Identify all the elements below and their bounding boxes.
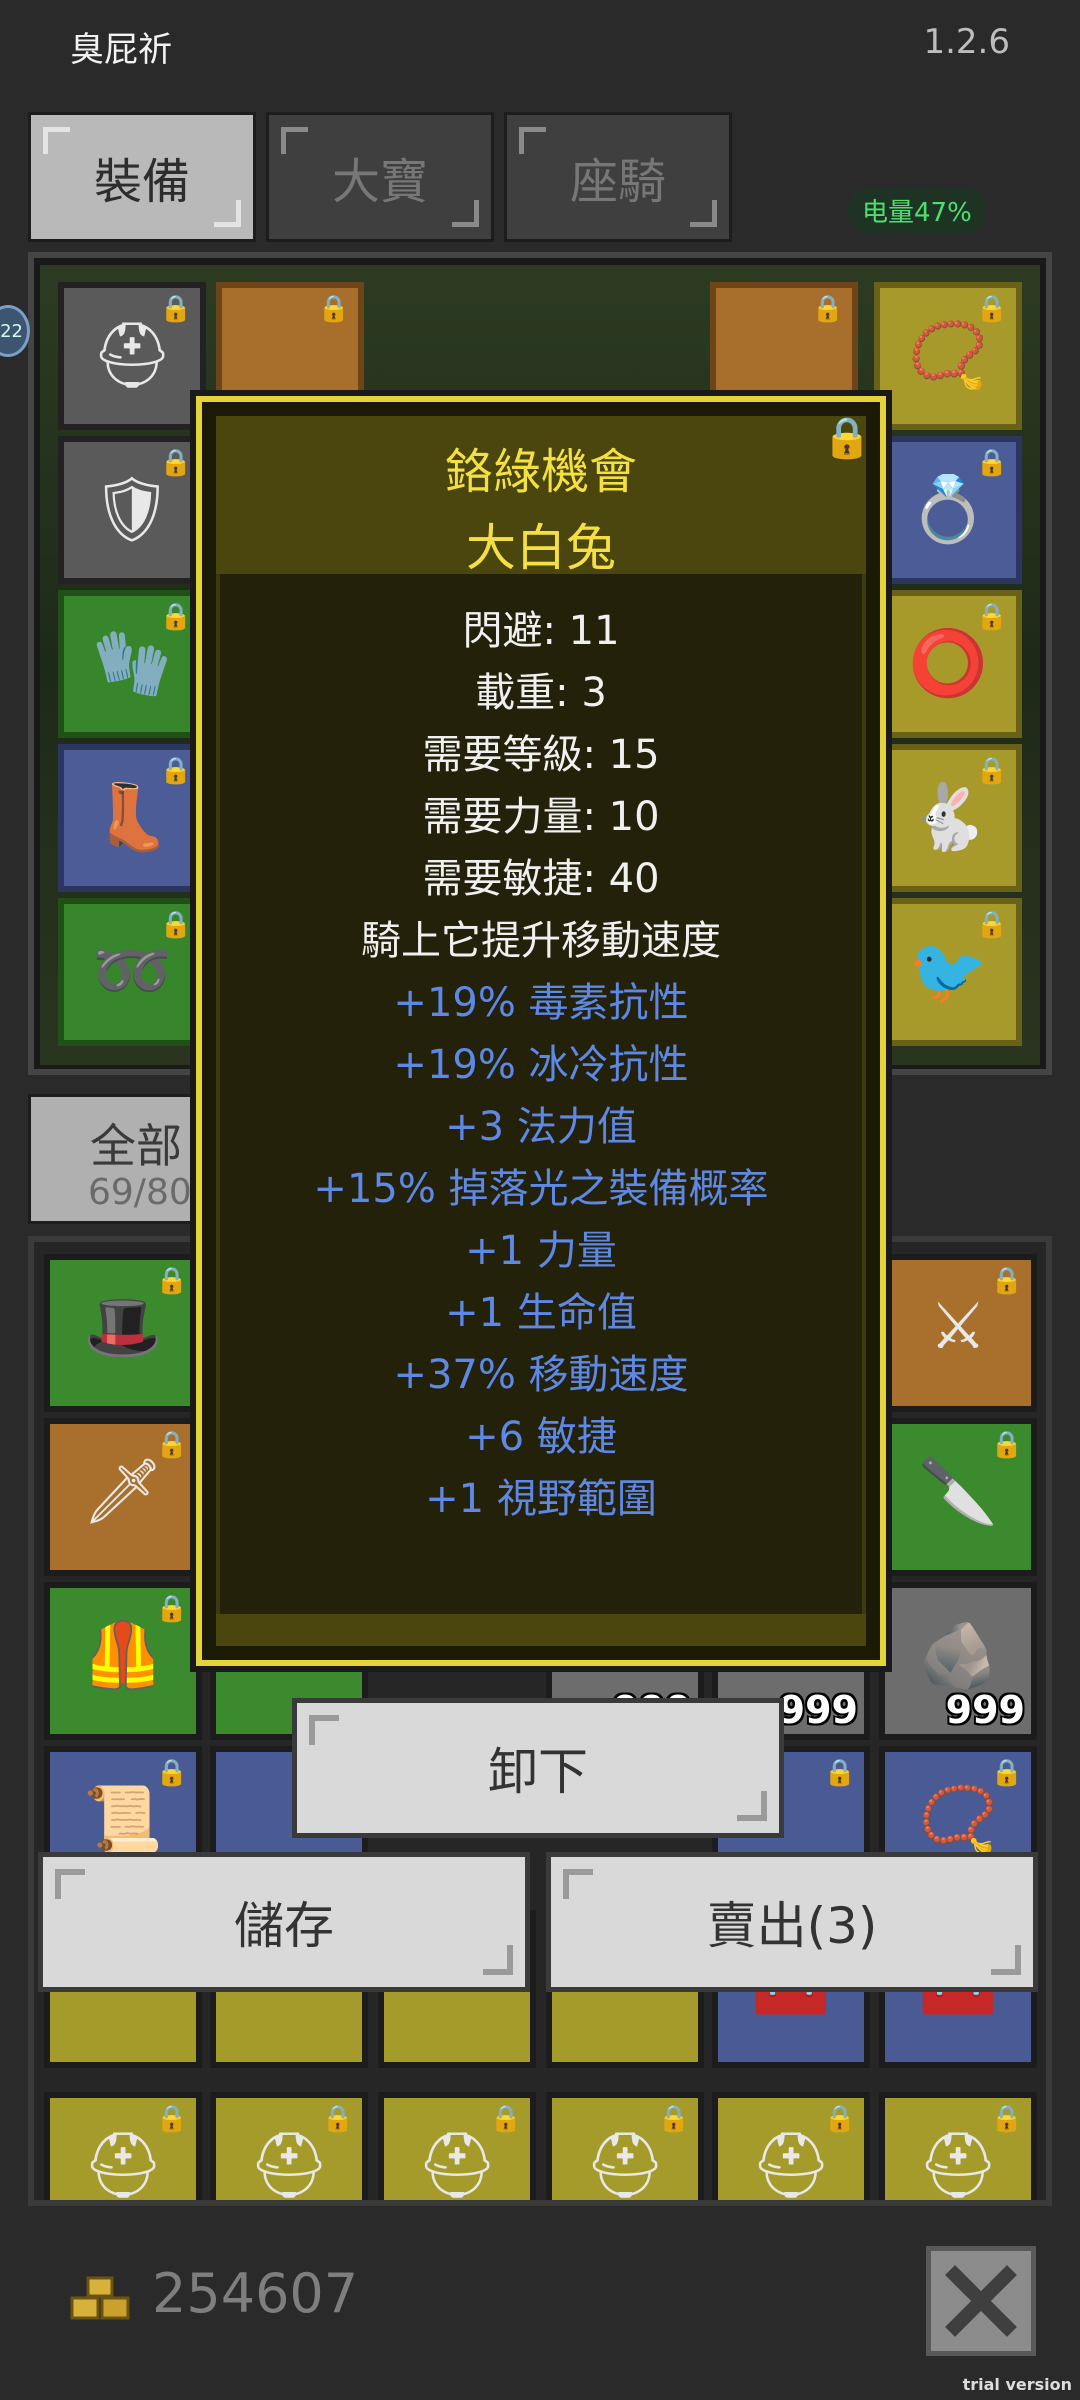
ring-icon: 💍 xyxy=(908,473,988,547)
ring-icon: ⭕ xyxy=(908,627,988,701)
helmet-icon: ⛑ xyxy=(248,2129,330,2203)
item-bonus: +19% 冰冷抗性 xyxy=(393,1042,689,1088)
helmet-icon: ⛑ xyxy=(917,2129,999,2203)
scroll-icon: 📜 xyxy=(83,1783,163,1857)
inventory-slot[interactable]: 🔒 ⛑ xyxy=(210,2092,368,2203)
tab-mount[interactable]: 座騎 xyxy=(504,112,732,242)
gloves-icon: 🧤 xyxy=(92,627,172,701)
gold-amount: 254607 xyxy=(152,2262,359,2325)
belt-icon: ➿ xyxy=(92,935,172,1009)
tab-label: 座騎 xyxy=(569,154,666,210)
inventory-slot[interactable]: 🔒 ⚔ xyxy=(879,1254,1037,1412)
battery-indicator: 电量47% xyxy=(848,188,986,233)
slot-pet[interactable]: 🔒 🐦 xyxy=(874,898,1022,1046)
item-bonus: +1 生命值 xyxy=(445,1290,637,1336)
scythe-icon: ⚔ xyxy=(929,1290,987,1364)
helmet-icon: ⛑ xyxy=(416,2129,498,2203)
inventory-slot[interactable]: 🔒 🔪 xyxy=(879,1418,1037,1576)
tab-label: 大寶 xyxy=(331,154,428,210)
item-stat: 騎上它提升移動速度 xyxy=(361,918,721,964)
lock-icon: 🔒 xyxy=(317,294,350,324)
rabbit-icon: 🐇 xyxy=(908,781,988,855)
helmet-icon: ⛑ xyxy=(91,319,173,393)
helmet-icon: ⛑ xyxy=(584,2129,666,2203)
slot-helmet[interactable]: 🔒 ⛑ xyxy=(58,282,206,430)
item-bonus: +19% 毒素抗性 xyxy=(393,980,689,1026)
sword-icon: 🗡 xyxy=(82,1455,164,1529)
item-name: 大白兔 xyxy=(466,519,616,577)
inventory-slot[interactable]: 🔒 ⛑ xyxy=(546,2092,704,2203)
item-bonus: +15% 掉落光之裝備概率 xyxy=(313,1166,769,1212)
side-badge-value: 22 xyxy=(0,320,23,342)
close-button[interactable] xyxy=(926,2246,1036,2356)
version-label: 1.2.6 xyxy=(923,22,1010,62)
tooltip-footer xyxy=(216,1614,866,1646)
inventory-slot[interactable]: 🔒 🎩 xyxy=(44,1254,202,1412)
inventory-slot[interactable]: 🪨 999 xyxy=(879,1582,1037,1740)
boots-icon: 👢 xyxy=(92,781,172,855)
lock-icon: 🔒 xyxy=(823,1758,856,1788)
item-bonus: +1 視野範圍 xyxy=(425,1476,657,1522)
item-set-title: 鉻綠機會 xyxy=(444,444,637,500)
armor-icon: 🛡 xyxy=(91,473,173,547)
item-stat: 閃避: 11 xyxy=(462,608,620,654)
inventory-count: 69/80 xyxy=(88,1172,192,1213)
dagger-icon: 🔪 xyxy=(918,1455,998,1529)
slot-boots[interactable]: 🔒 👢 xyxy=(58,744,206,892)
slot-belt[interactable]: 🔒 ➿ xyxy=(58,898,206,1046)
helmet-icon: ⛑ xyxy=(82,2129,164,2203)
sell-label: 賣出(3) xyxy=(706,1897,878,1955)
unequip-button[interactable]: 卸下 xyxy=(292,1698,784,1838)
inventory-slot[interactable]: 🔒 ⛑ xyxy=(879,2092,1037,2203)
item-bonus: +6 敏捷 xyxy=(465,1414,617,1460)
slot-ring-1[interactable]: 🔒 💍 xyxy=(874,436,1022,584)
item-stat: 載重: 3 xyxy=(475,670,607,716)
slot-gloves[interactable]: 🔒 🧤 xyxy=(58,590,206,738)
trial-watermark: trial version xyxy=(962,2375,1072,2394)
hat-icon: 🎩 xyxy=(83,1291,163,1365)
item-bonus: +3 法力值 xyxy=(445,1104,637,1150)
store-button[interactable]: 儲存 xyxy=(38,1852,530,1992)
slot-amulet[interactable]: 🔒 📿 xyxy=(874,282,1022,430)
close-icon xyxy=(945,2265,1017,2337)
inventory-slot[interactable]: 🔒 🦺 xyxy=(44,1582,202,1740)
bird-icon: 🐦 xyxy=(908,935,988,1009)
amulet-icon: 📿 xyxy=(908,319,988,393)
helmet-icon: ⛑ xyxy=(750,2129,832,2203)
inventory-slot[interactable]: 🔒 ⛑ xyxy=(712,2092,870,2203)
vest-icon: 🦺 xyxy=(83,1619,163,1693)
tab-equipment[interactable]: 裝備 xyxy=(28,112,256,242)
gold-coins-icon xyxy=(70,2276,130,2320)
unequip-label: 卸下 xyxy=(488,1743,588,1801)
slot-ring-2[interactable]: 🔒 ⭕ xyxy=(874,590,1022,738)
item-stat: 需要等級: 15 xyxy=(422,732,660,778)
store-label: 儲存 xyxy=(234,1897,334,1955)
slot-armor[interactable]: 🔒 🛡 xyxy=(58,436,206,584)
slot-mount[interactable]: 🔒 🐇 xyxy=(874,744,1022,892)
tab-label: 裝備 xyxy=(93,154,190,210)
inventory-slot[interactable]: 🔒 ⛑ xyxy=(44,2092,202,2203)
item-stat: 需要敏捷: 40 xyxy=(422,856,660,902)
side-badge[interactable]: 22 xyxy=(0,305,30,357)
necklace-icon: 📿 xyxy=(918,1783,998,1857)
category-label: 全部 xyxy=(90,1119,182,1173)
stack-count: 999 xyxy=(778,1688,858,1732)
stack-count: 999 xyxy=(945,1688,1025,1732)
tab-treasure[interactable]: 大寶 xyxy=(266,112,494,242)
item-bonus: +1 力量 xyxy=(465,1228,617,1274)
item-bonus: +37% 移動速度 xyxy=(393,1352,689,1398)
player-name: 臭屁祈 xyxy=(70,30,172,70)
sell-button[interactable]: 賣出(3) xyxy=(546,1852,1038,1992)
inventory-slot[interactable]: 🔒 ⛑ xyxy=(378,2092,536,2203)
inventory-slot[interactable]: 🔒 🗡 xyxy=(44,1418,202,1576)
ore-icon: 🪨 xyxy=(918,1619,998,1693)
lock-icon: 🔒 xyxy=(811,294,844,324)
item-stat: 需要力量: 10 xyxy=(422,794,660,840)
